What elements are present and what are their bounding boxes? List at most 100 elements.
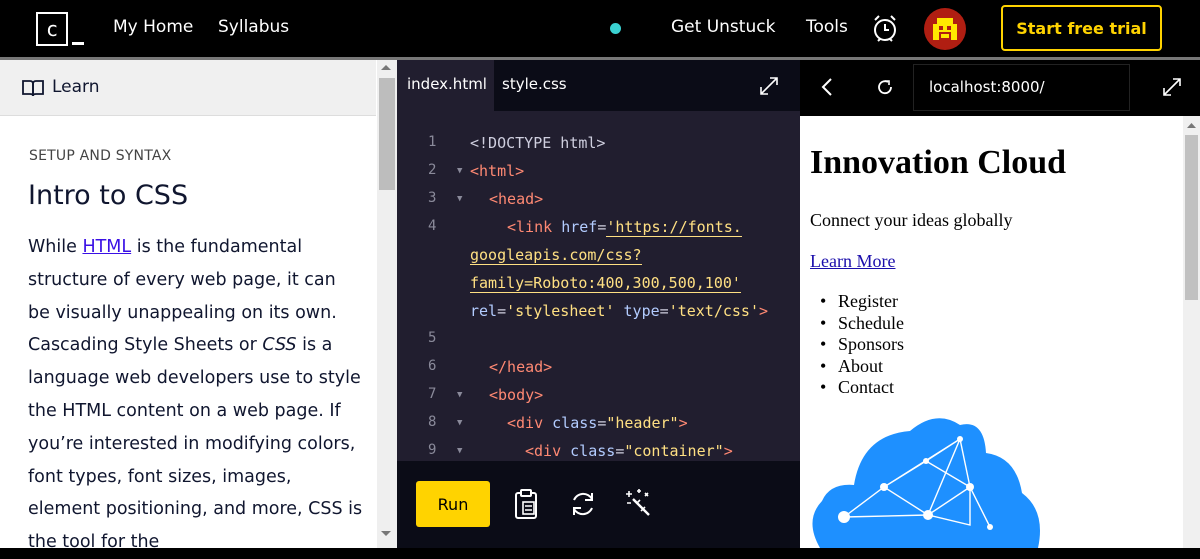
scroll-up-arrow-icon[interactable] bbox=[1187, 122, 1196, 128]
cloud-network-image bbox=[812, 418, 1040, 548]
code-token: googleapis.com/css? bbox=[470, 246, 642, 265]
html-link[interactable]: HTML bbox=[82, 237, 131, 257]
top-navigation-bar: c My Home Syllabus Get Unstuck Tools Sta… bbox=[0, 0, 1200, 57]
code-token: 'https://fonts. bbox=[606, 218, 742, 237]
code-token: > bbox=[759, 302, 769, 320]
fold-arrow-icon[interactable]: ▼ bbox=[457, 446, 462, 456]
codecademy-logo[interactable]: c bbox=[36, 12, 68, 46]
code-token: 'stylesheet' bbox=[506, 302, 615, 320]
url-bar[interactable]: localhost:8000/ bbox=[913, 64, 1130, 111]
start-free-trial-button[interactable]: Start free trial bbox=[1001, 5, 1162, 51]
magic-wand-icon[interactable] bbox=[623, 487, 655, 519]
css-term: CSS bbox=[262, 335, 297, 356]
code-line-4-wrap: family=Roboto:400,300,500,100' bbox=[470, 269, 741, 297]
status-dot bbox=[610, 23, 621, 34]
fold-arrow-icon[interactable]: ▼ bbox=[457, 194, 462, 204]
lesson-section-label: SETUP AND SYNTAX bbox=[29, 148, 172, 164]
code-line-4-wrap: rel='stylesheet' type='text/css'> bbox=[470, 297, 768, 325]
scroll-down-arrow-icon[interactable] bbox=[381, 530, 391, 537]
learn-header: Learn bbox=[0, 60, 376, 116]
preview-heading: Innovation Cloud bbox=[810, 144, 1067, 181]
lesson-scroll-thumb[interactable] bbox=[379, 78, 395, 190]
code-token: family=Roboto:400,300,500,100' bbox=[470, 274, 741, 293]
alarm-clock-icon[interactable] bbox=[872, 14, 898, 44]
code-line-4-wrap: googleapis.com/css? bbox=[470, 241, 642, 269]
run-button[interactable]: Run bbox=[416, 481, 490, 527]
nav-syllabus[interactable]: Syllabus bbox=[218, 17, 289, 37]
list-item: Sponsors bbox=[820, 334, 904, 356]
line-number: 8 bbox=[428, 414, 437, 430]
code-token: <div bbox=[525, 442, 571, 460]
avatar-pixel-icon bbox=[933, 18, 957, 40]
nav-tools[interactable]: Tools bbox=[806, 17, 848, 37]
line-number: 6 bbox=[428, 358, 437, 374]
tab-style-css[interactable]: style.css bbox=[502, 75, 567, 93]
code-token: "container" bbox=[624, 442, 724, 460]
code-token: = bbox=[615, 442, 625, 460]
tab-index-html[interactable]: index.html bbox=[407, 75, 487, 93]
book-icon bbox=[22, 80, 44, 97]
browser-preview-panel: localhost:8000/ Innovation Cloud Connect… bbox=[800, 60, 1200, 548]
code-token: 'text/css' bbox=[668, 302, 759, 320]
code-token: "header" bbox=[606, 414, 679, 432]
code-line-1: <!DOCTYPE html> bbox=[470, 134, 606, 152]
fold-arrow-icon[interactable]: ▼ bbox=[457, 390, 462, 400]
code-token: > bbox=[723, 442, 733, 460]
clipboard-icon[interactable] bbox=[513, 488, 539, 520]
line-number: 7 bbox=[428, 386, 437, 402]
code-line-3: <head> bbox=[489, 190, 544, 208]
editor-tabs: index.html style.css bbox=[397, 60, 800, 111]
fold-arrow-icon[interactable]: ▼ bbox=[457, 166, 462, 176]
editor-toolbar: Run bbox=[397, 461, 800, 548]
nav-my-home[interactable]: My Home bbox=[113, 17, 193, 37]
learn-more-link[interactable]: Learn More bbox=[810, 251, 895, 272]
scroll-up-arrow-icon[interactable] bbox=[381, 64, 391, 71]
fold-arrow-icon[interactable]: ▼ bbox=[457, 418, 462, 428]
code-editor-panel: index.html style.css 1 2 3 4 5 6 7 8 9 ▼… bbox=[397, 60, 800, 548]
code-token: = bbox=[497, 302, 507, 320]
code-token: = bbox=[597, 414, 607, 432]
list-item: Register bbox=[820, 291, 904, 313]
learn-label: Learn bbox=[52, 77, 100, 97]
line-number: 9 bbox=[428, 442, 437, 458]
logo-underscore bbox=[72, 42, 84, 45]
line-number: 5 bbox=[428, 330, 437, 346]
lesson-title: Intro to CSS bbox=[28, 180, 189, 211]
line-number: 1 bbox=[428, 134, 437, 150]
preview-menu-list: Register Schedule Sponsors About Contact bbox=[820, 291, 904, 399]
code-token: class bbox=[552, 414, 598, 432]
code-token: href bbox=[561, 218, 598, 236]
browser-toolbar: localhost:8000/ bbox=[800, 60, 1200, 116]
code-token: = bbox=[659, 302, 669, 320]
code-token: <div bbox=[507, 414, 553, 432]
list-item: Contact bbox=[820, 377, 904, 399]
line-number: 3 bbox=[428, 190, 437, 206]
preview-subtitle: Connect your ideas globally bbox=[810, 210, 1013, 230]
code-token: class bbox=[570, 442, 616, 460]
expand-editor-icon[interactable] bbox=[759, 76, 779, 96]
back-arrow-icon[interactable] bbox=[820, 77, 834, 97]
expand-browser-icon[interactable] bbox=[1162, 77, 1182, 97]
refresh-icon[interactable] bbox=[876, 78, 894, 96]
code-line-2: <html> bbox=[470, 162, 525, 180]
user-avatar[interactable] bbox=[924, 8, 966, 50]
code-token: rel bbox=[470, 302, 498, 320]
code-token: type bbox=[623, 302, 660, 320]
nav-get-unstuck[interactable]: Get Unstuck bbox=[671, 17, 775, 37]
lesson-panel: Learn SETUP AND SYNTAX Intro to CSS Whil… bbox=[0, 60, 397, 552]
code-area[interactable]: 1 2 3 4 5 6 7 8 9 ▼ ▼ ▼ ▼ ▼ <!DOCTYPE ht… bbox=[397, 111, 800, 461]
code-line-4: <link href='https://fonts. bbox=[507, 213, 742, 241]
paragraph-text: While bbox=[28, 237, 83, 257]
code-token: <link bbox=[507, 218, 562, 236]
paragraph-text: is a language web developers use to styl… bbox=[28, 335, 363, 553]
code-line-7: <body> bbox=[489, 386, 544, 404]
browser-scroll-thumb[interactable] bbox=[1185, 135, 1198, 300]
line-number: 2 bbox=[428, 162, 437, 178]
line-number: 4 bbox=[428, 218, 437, 234]
code-token: = bbox=[597, 218, 607, 236]
reset-icon[interactable] bbox=[568, 489, 598, 519]
code-token: > bbox=[678, 414, 688, 432]
list-item: Schedule bbox=[820, 313, 904, 335]
logo-letter: c bbox=[45, 17, 59, 41]
lesson-paragraph: While HTML is the fundamental structure … bbox=[28, 231, 363, 559]
